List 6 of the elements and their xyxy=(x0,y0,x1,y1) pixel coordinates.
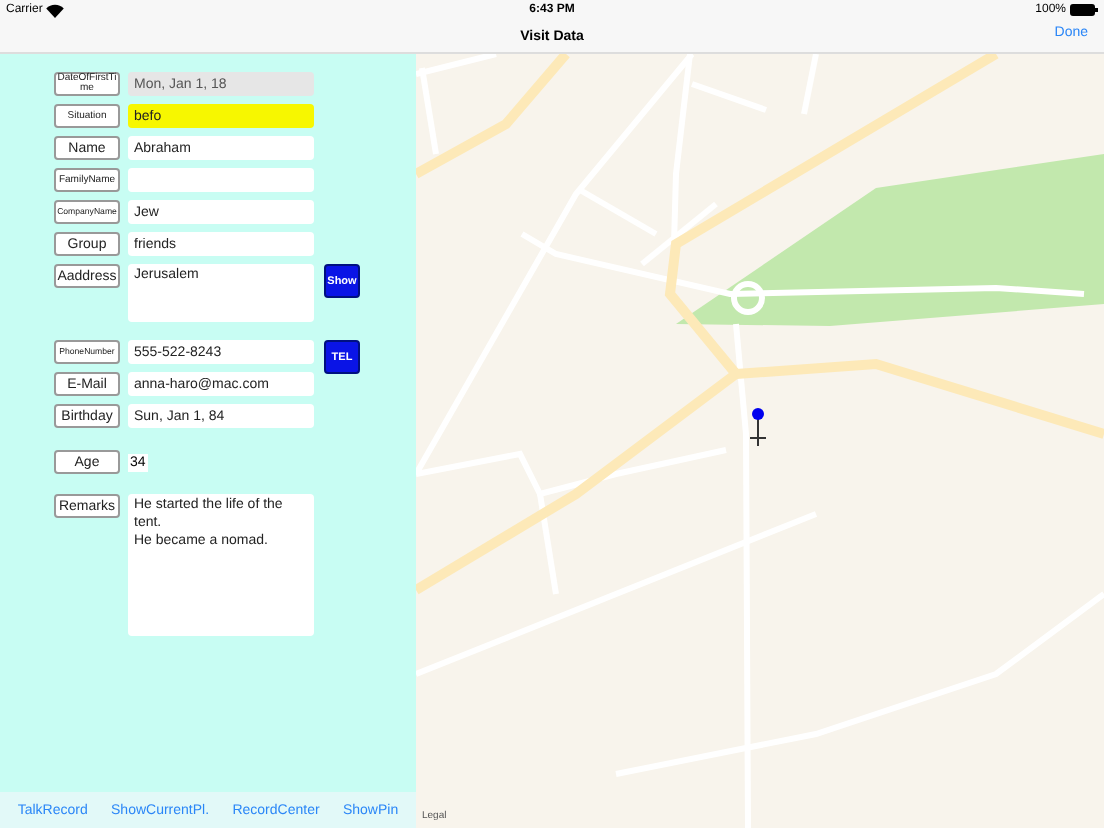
roundabout xyxy=(731,281,765,315)
battery-icon xyxy=(1070,4,1098,16)
wifi-icon xyxy=(46,3,65,17)
map-pin-icon[interactable] xyxy=(752,408,764,435)
crosshair-icon xyxy=(749,429,767,447)
text-field[interactable] xyxy=(128,168,314,192)
